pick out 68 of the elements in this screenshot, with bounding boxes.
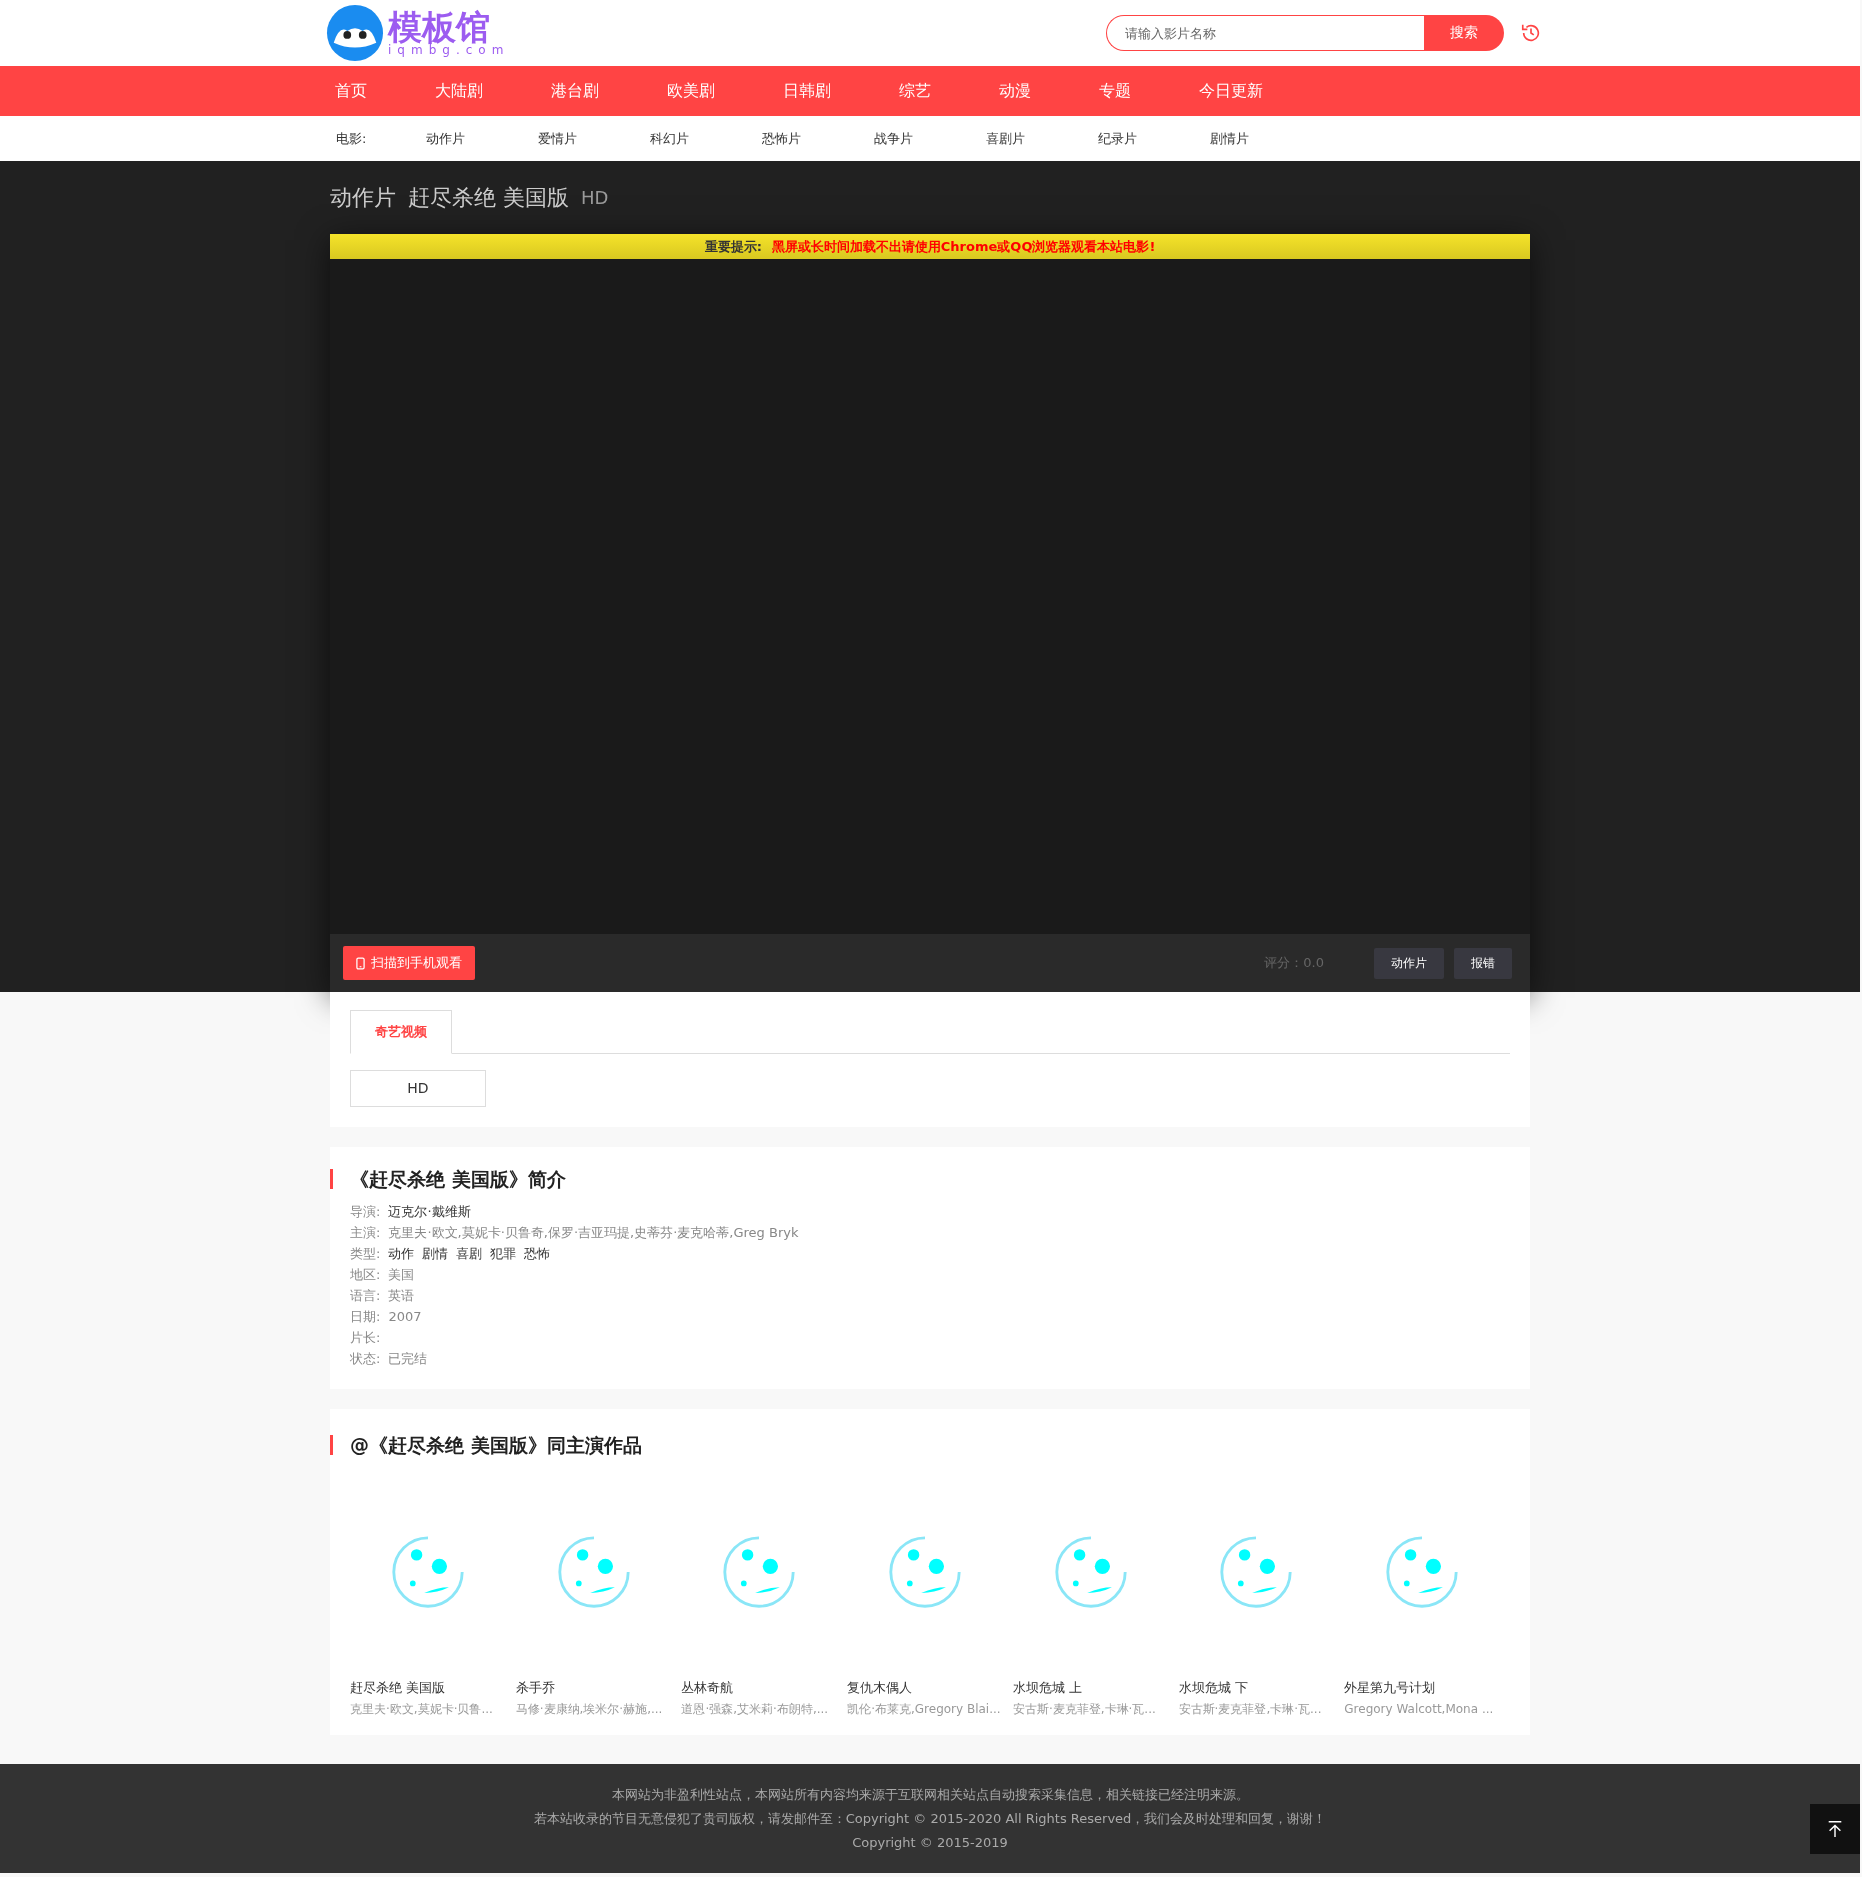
category-link[interactable]: 纪录片 [1098, 129, 1210, 148]
field-value: 已完结 [388, 1350, 428, 1368]
field-label: 主演: [350, 1224, 381, 1242]
footer-text: 若本站收录的节目无意侵犯了贵司版权，请发邮件至：Copyright © 2015-2020 All Rights Reserved，我们会及时处理和回复，谢谢！ [533, 1809, 1327, 1828]
field-value: 美国 [388, 1266, 415, 1284]
placeholder-image-icon[interactable] [887, 1534, 963, 1610]
category-link[interactable]: 动作片 [426, 129, 538, 148]
field-value: 2007 [388, 1308, 422, 1326]
movie-title-link[interactable]: 赶尽杀绝 美国版 [350, 1677, 516, 1699]
category-link[interactable]: 战争片 [874, 129, 986, 148]
movie-title-link[interactable]: 丛林奇航 [681, 1677, 848, 1699]
field-value: 英语 [388, 1287, 415, 1305]
toolbar-button[interactable]: 动作片 [1374, 947, 1444, 979]
field-label: 状态: [350, 1350, 381, 1368]
category-link[interactable]: 科幻片 [650, 129, 762, 148]
back-to-top-button[interactable] [1810, 1804, 1860, 1854]
phone-icon [356, 956, 365, 970]
section-heading: @《赶尽杀绝 美国版》同主演作品 [330, 1435, 1510, 1455]
notice-text: 黑屏或长时间加载不出请使用Chrome或QQ浏览器观看本站电影! [771, 237, 1156, 256]
category-link[interactable]: 喜剧片 [986, 129, 1098, 148]
field-label: 片长: [350, 1329, 381, 1347]
category-label: 电影: [336, 129, 368, 148]
movie-title-link[interactable]: 水坝危城 上 [1012, 1677, 1179, 1699]
footer-text: Copyright © 2015-2019 [852, 1833, 1008, 1852]
video-quality: HD [581, 187, 609, 208]
placeholder-image-icon[interactable] [1384, 1534, 1461, 1610]
movie-cast: 凯伦·布莱克,Gregory Blai... [847, 1701, 1002, 1718]
info-link[interactable]: 犯罪 [490, 1243, 517, 1264]
field-label: 导演: [350, 1203, 381, 1221]
video-category: 动作片 [330, 183, 396, 212]
movie-title-link[interactable]: 外星第九号计划 [1344, 1677, 1511, 1699]
placeholder-image-icon[interactable] [721, 1534, 798, 1610]
history-icon[interactable] [1520, 22, 1542, 44]
placeholder-image-icon[interactable] [389, 1534, 466, 1610]
footer-text: 本网站为非盈利性站点，本网站所有内容均来源于互联网相关站点自动搜索采集信息，相关链接已经注明来源。 [611, 1785, 1249, 1804]
field-value: 克里夫·欧文,莫妮卡·贝鲁奇,保罗·吉亚玛提,史蒂芬·麦克哈蒂,Greg Bryk [388, 1224, 799, 1242]
video-title: 赶尽杀绝 美国版 [408, 183, 569, 212]
movie-cast: 马修·麦康纳,埃米尔·赫施,... [515, 1701, 664, 1718]
info-link[interactable]: 恐怖 [524, 1243, 551, 1264]
field-label: 类型: [350, 1245, 381, 1263]
field-label: 日期: [350, 1308, 381, 1326]
placeholder-image-icon[interactable] [555, 1534, 632, 1610]
toolbar-button[interactable]: 报错 [1454, 947, 1512, 979]
info-link[interactable]: 动作 [388, 1243, 415, 1264]
movie-cast: 安古斯·麦克菲登,卡琳·瓦... [1178, 1701, 1323, 1718]
info-link[interactable]: 迈克尔·戴维斯 [388, 1201, 471, 1222]
movie-cast: 克里夫·欧文,莫妮卡·贝鲁... [350, 1701, 494, 1718]
field-label: 地区: [350, 1266, 381, 1284]
movie-title-link[interactable]: 水坝危城 下 [1178, 1677, 1345, 1699]
section-heading: 《赶尽杀绝 美国版》简介 [330, 1169, 1510, 1189]
notice-label: 重要提示: [704, 237, 762, 256]
info-link[interactable]: 剧情 [422, 1243, 449, 1264]
movie-title-link[interactable]: 复仇木偶人 [847, 1677, 1013, 1699]
placeholder-image-icon[interactable] [1052, 1534, 1129, 1610]
movie-cast: 道恩·强森,艾米莉·布朗特,... [681, 1701, 830, 1718]
movie-cast: 安古斯·麦克菲登,卡琳·瓦... [1012, 1701, 1157, 1718]
placeholder-image-icon[interactable] [1218, 1534, 1295, 1610]
category-link[interactable]: 剧情片 [1210, 129, 1322, 148]
movie-title-link[interactable]: 杀手乔 [515, 1677, 682, 1699]
movie-cast: Gregory Walcott,Mona ... [1344, 1701, 1495, 1718]
arrow-up-icon [1826, 1820, 1844, 1838]
logo[interactable]: 模板馆 iqmbg.com [326, 4, 510, 62]
search-field[interactable]: 请输入影片名称 [1106, 15, 1424, 51]
episode-button[interactable]: HD [350, 1070, 486, 1107]
info-link[interactable]: 喜剧 [456, 1243, 483, 1264]
field-label: 语言: [350, 1287, 381, 1305]
category-link[interactable]: 恐怖片 [762, 129, 874, 148]
category-link[interactable]: 爱情片 [538, 129, 650, 148]
